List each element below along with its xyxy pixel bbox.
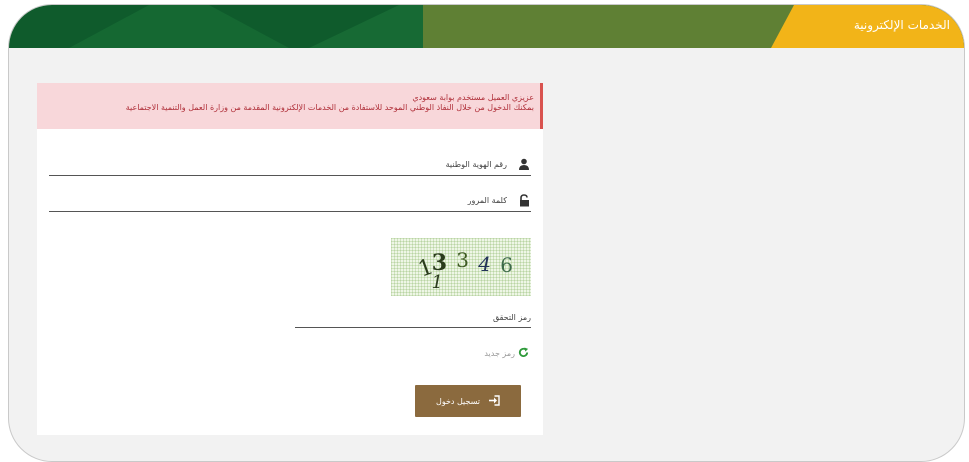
login-panel: عزيزي العميل مستخدم بوابة سعودي بمكنك ال…	[37, 83, 543, 435]
national-id-field[interactable]	[49, 153, 531, 176]
password-field[interactable]	[49, 189, 531, 212]
refresh-label: رمز جديد	[484, 349, 515, 358]
alert-line-2: بمكنك الدخول من خلال النفاذ الوطني الموح…	[125, 103, 534, 112]
unlock-icon	[517, 193, 531, 207]
banner-background	[9, 5, 964, 48]
sign-in-icon	[488, 394, 500, 408]
password-input[interactable]	[87, 195, 507, 205]
alert-message: عزيزي العميل مستخدم بوابة سعودي بمكنك ال…	[37, 83, 543, 129]
header-banner: الخدمات الإلكترونية	[9, 5, 964, 48]
national-id-input[interactable]	[87, 159, 507, 169]
login-button[interactable]: تسجيل دخول	[415, 385, 521, 417]
captcha-image: 1 3 1 3 4 6	[391, 238, 531, 296]
login-label: تسجيل دخول	[436, 396, 480, 406]
alert-line-1: عزيزي العميل مستخدم بوابة سعودي	[412, 93, 534, 102]
user-icon	[517, 157, 531, 171]
page-frame: الخدمات الإلكترونية عزيزي العميل مستخدم …	[8, 4, 965, 462]
refresh-icon	[518, 347, 529, 360]
header-title: الخدمات الإلكترونية	[853, 18, 950, 32]
captcha-field[interactable]	[295, 305, 531, 329]
refresh-captcha-link[interactable]: رمز جديد	[484, 347, 529, 360]
captcha-input[interactable]	[295, 306, 531, 329]
